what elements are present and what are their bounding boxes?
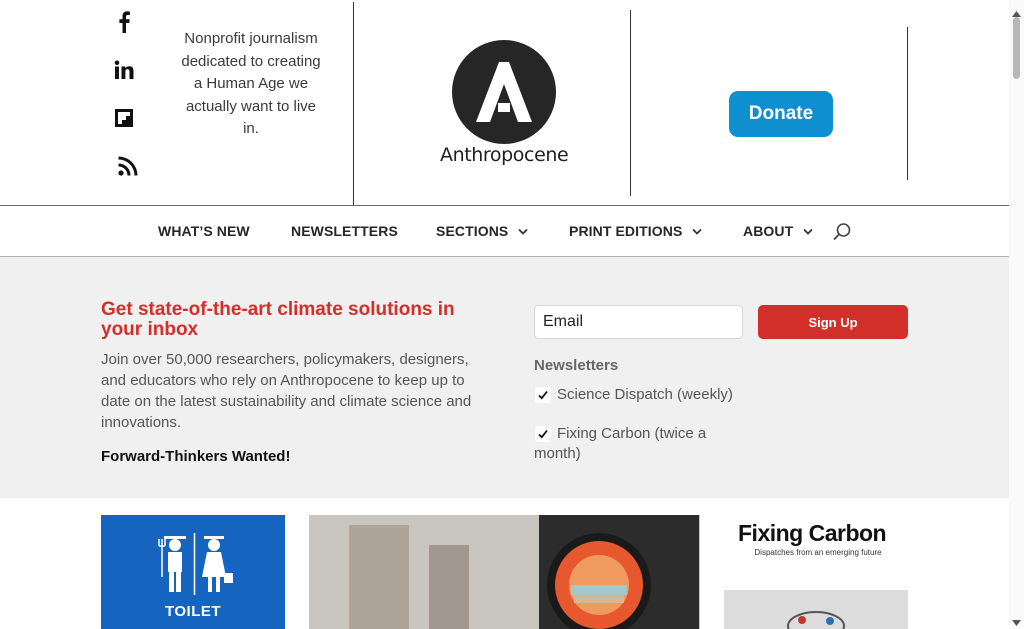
chevron-down-icon [518,228,529,235]
site-header: Nonprofit journalism dedicated to creati… [0,0,1009,205]
header-divider [630,10,631,196]
rss-icon[interactable] [110,152,138,180]
fixing-carbon-logo[interactable]: Fixing Carbon Dispatches from an emergin… [724,518,908,563]
newsletter-signup-section: Get state-of-the-art climate solutions i… [0,257,1009,498]
newsletter-heading: Get state-of-the-art climate solutions i… [101,299,455,340]
fixing-carbon-title: Fixing Carbon [738,520,887,546]
traffic-light-image [309,515,700,629]
nav-item-print-editions[interactable]: PRINT EDITIONS [569,206,703,256]
chevron-down-icon [803,228,813,235]
checkbox-checked-icon[interactable] [535,387,551,403]
scroll-down-arrow-icon[interactable] [1012,613,1021,629]
nav-item-sections[interactable]: SECTIONS [436,206,529,256]
nav-item-whats-new[interactable]: WHAT’S NEW [158,206,250,256]
scrollbar-thumb[interactable] [1013,17,1020,79]
nav-item-label: SECTIONS [436,223,509,239]
nav-item-label: WHAT’S NEW [158,223,250,239]
chevron-down-icon [692,228,703,235]
nav-item-newsletters[interactable]: NEWSLETTERS [291,206,398,256]
toilet-label: TOILET [164,603,222,620]
page: Nonprofit journalism dedicated to creati… [0,0,1024,629]
article-image [724,590,908,629]
newsletter-option-label: Fixing Carbon (twice a month) [534,425,707,462]
email-field[interactable] [534,305,743,339]
logo-mark [452,40,556,144]
newsletter-option-fixing-carbon[interactable]: Fixing Carbon (twice a month) [534,424,734,464]
header-divider [353,2,354,205]
logo-wordmark: Anthropocene [440,144,569,166]
sign-up-button[interactable]: Sign Up [758,305,908,339]
nav-item-label: PRINT EDITIONS [569,223,683,239]
newsletters-label: Newsletters [534,357,619,374]
newsletter-description: Join over 50,000 researchers, policymake… [101,351,472,431]
fixing-carbon-subtitle: Dispatches from an emerging future [754,548,882,557]
linkedin-icon[interactable] [110,56,138,84]
nav-item-label: NEWSLETTERS [291,223,398,239]
scrollbar[interactable] [1009,0,1024,629]
site-tagline: Nonprofit journalism dedicated to creati… [181,30,321,137]
article-card-traffic-light[interactable] [309,515,700,629]
nav-item-label: ABOUT [743,223,794,239]
header-divider [907,27,908,180]
newsletter-option-label: Science Dispatch (weekly) [557,386,733,403]
donate-button[interactable]: Donate [729,91,833,137]
flipboard-icon[interactable] [110,104,138,132]
newsletter-option-science-dispatch[interactable]: Science Dispatch (weekly) [534,385,734,405]
newsletter-cta-text: Forward-Thinkers Wanted! [101,448,291,465]
facebook-icon[interactable] [110,8,138,36]
article-card-toilet[interactable]: TOILET [101,515,285,629]
search-icon[interactable] [832,222,852,242]
anthropocene-logo[interactable]: Anthropocene [440,38,569,168]
article-card-fixing-carbon[interactable] [724,590,908,629]
main-nav: WHAT’S NEW NEWSLETTERS SECTIONS PRINT ED… [0,205,1009,257]
checkbox-checked-icon[interactable] [535,426,551,442]
nav-item-about[interactable]: ABOUT [743,206,813,256]
